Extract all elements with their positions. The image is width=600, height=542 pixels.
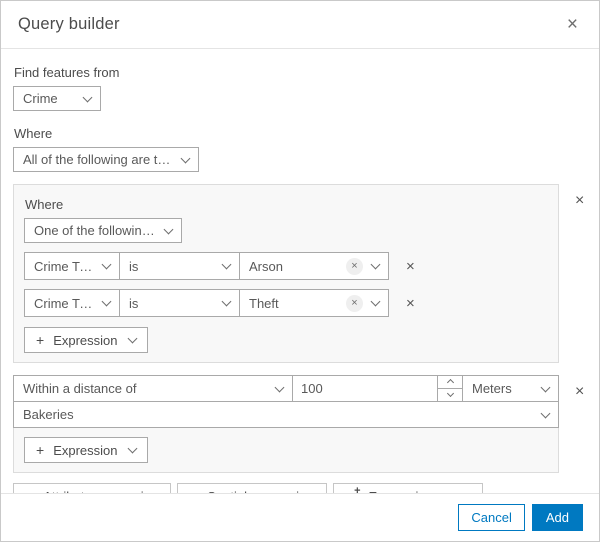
operator-select-value: is: [129, 258, 139, 274]
target-layer-value: Bakeries: [23, 407, 74, 422]
spatial-operator-value: Within a distance of: [23, 381, 137, 396]
plus-icon: +: [36, 442, 45, 458]
delete-expression-icon[interactable]: ×: [402, 257, 419, 276]
chevron-up-icon: [446, 379, 454, 387]
distance-stepper[interactable]: [437, 375, 463, 402]
operator-select-value: is: [129, 295, 139, 311]
delete-expression-icon[interactable]: ×: [402, 294, 419, 313]
expression-group-1: Where One of the following are tr… Crime…: [13, 184, 559, 363]
operator-select[interactable]: is: [119, 289, 240, 317]
cancel-button[interactable]: Cancel: [458, 504, 525, 531]
chevron-down-icon: [163, 224, 174, 234]
add-button[interactable]: Add: [531, 504, 583, 531]
add-expression-button[interactable]: + Expression: [24, 437, 148, 463]
expression-row-2: Crime Type is Theft × ×: [24, 289, 548, 317]
stepper-down-button[interactable]: [438, 389, 462, 402]
add-expression-group-button[interactable]: + Expression group: [332, 483, 483, 493]
field-select-value: Crime Type: [34, 295, 94, 311]
group1-operator-select[interactable]: One of the following are tr…: [24, 218, 182, 243]
chevron-down-icon: [180, 153, 191, 163]
field-select[interactable]: Crime Type: [24, 289, 120, 317]
target-layer-select[interactable]: Bakeries: [13, 401, 559, 428]
group1-operator-value: One of the following are tr…: [34, 223, 156, 238]
top-operator-select[interactable]: All of the following are true: [13, 147, 199, 172]
where-label: Where: [14, 126, 53, 141]
chevron-down-icon: [370, 259, 381, 270]
value-select-value: Arson: [249, 258, 283, 274]
dialog-body: Find features from Crime Where All of th…: [1, 49, 599, 493]
builder-actions: + Attribute expression + Spatial express…: [13, 483, 587, 493]
dialog-header: Query builder ×: [1, 1, 599, 49]
chevron-down-icon: [101, 296, 112, 307]
query-builder-dialog: Query builder × Find features from Crime…: [0, 0, 600, 542]
delete-group-icon[interactable]: ×: [571, 191, 588, 211]
field-select[interactable]: Crime Type: [24, 252, 120, 280]
group1-where-label: Where: [25, 197, 64, 212]
chevron-down-icon: [127, 333, 137, 344]
add-spatial-expression-button[interactable]: + Spatial expression: [177, 483, 327, 493]
expression-group-icon: +: [346, 485, 360, 493]
add-expression-button[interactable]: + Expression: [24, 327, 148, 353]
chevron-down-icon: [446, 390, 454, 398]
close-icon[interactable]: ×: [563, 13, 582, 36]
dialog-footer: Cancel Add: [1, 493, 599, 541]
field-select-value: Crime Type: [34, 258, 94, 274]
delete-group-icon[interactable]: ×: [571, 382, 588, 402]
add-expression-label: Expression: [53, 332, 118, 348]
expression-group-2-wrap: Within a distance of Meters: [13, 375, 587, 473]
value-select[interactable]: Theft ×: [239, 289, 389, 317]
value-select[interactable]: Arson ×: [239, 252, 389, 280]
chevron-down-icon: [540, 408, 551, 418]
chevron-down-icon: [101, 259, 112, 270]
find-features-label: Find features from: [14, 65, 120, 80]
expression-group-2: Within a distance of Meters: [13, 375, 559, 473]
unit-select[interactable]: Meters: [462, 375, 559, 402]
add-attribute-expression-button[interactable]: + Attribute expression: [13, 483, 172, 493]
top-operator-value: All of the following are true: [23, 152, 173, 167]
operator-select[interactable]: is: [119, 252, 240, 280]
expression-group-1-wrap: Where One of the following are tr… Crime…: [13, 184, 587, 363]
chevron-down-icon: [540, 382, 551, 392]
chevron-down-icon: [221, 296, 232, 307]
layer-select-value: Crime: [23, 91, 58, 106]
chevron-down-icon: [127, 443, 137, 454]
plus-icon: +: [36, 332, 45, 348]
value-select-value: Theft: [249, 295, 279, 311]
add-expression-label: Expression: [53, 442, 118, 458]
chevron-down-icon: [370, 296, 381, 307]
remove-value-icon[interactable]: ×: [346, 257, 363, 275]
expression-row-1: Crime Type is Arson × ×: [24, 252, 548, 280]
dialog-title: Query builder: [18, 15, 120, 33]
chevron-down-icon: [82, 92, 93, 102]
chevron-down-icon: [221, 259, 232, 270]
unit-select-value: Meters: [472, 381, 512, 396]
distance-input[interactable]: [292, 375, 438, 402]
remove-value-icon[interactable]: ×: [346, 294, 363, 312]
chevron-down-icon: [274, 382, 285, 392]
stepper-up-button[interactable]: [438, 376, 462, 389]
spatial-operator-select[interactable]: Within a distance of: [13, 375, 293, 402]
layer-select[interactable]: Crime: [13, 86, 101, 111]
